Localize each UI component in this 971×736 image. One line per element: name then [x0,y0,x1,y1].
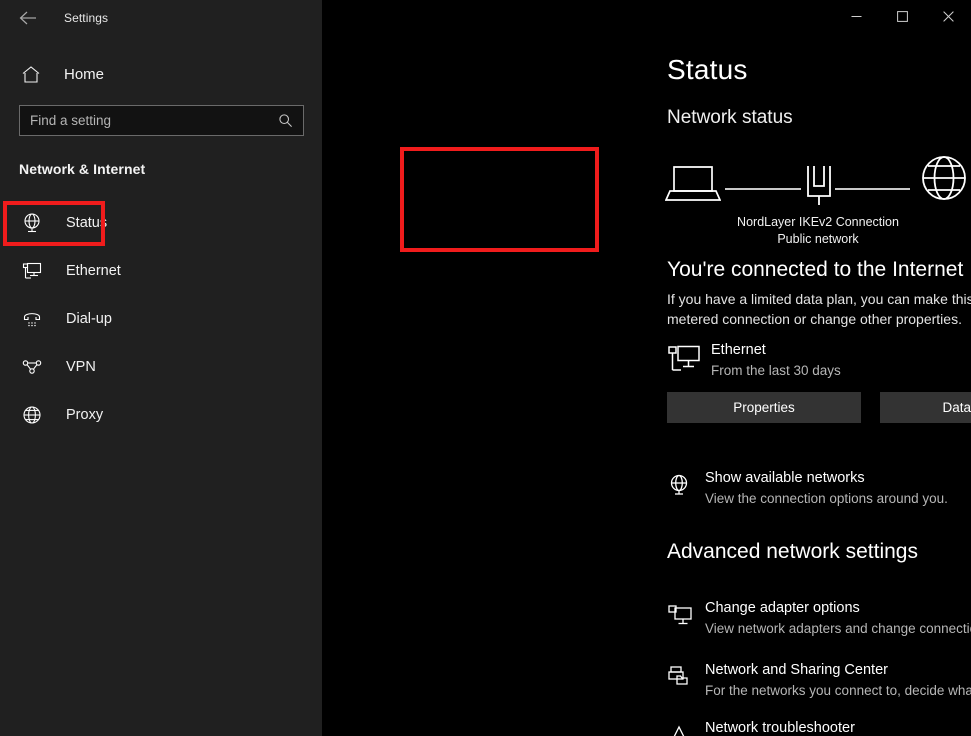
sidebar-category-title: Network & Internet [19,161,322,177]
action-buttons: Properties Data usage [667,392,971,423]
adapter-monitor-icon [667,603,693,632]
maximize-button[interactable] [879,0,925,32]
connection-name: NordLayer IKEv2 Connection [663,214,971,231]
data-usage-button[interactable]: Data usage [880,392,971,423]
search-box[interactable] [19,105,304,136]
sharing-center-icon [667,665,693,694]
sidebar-item-ethernet[interactable]: Ethernet [0,247,322,295]
link-title: Network and Sharing Center [705,662,888,678]
diagram-labels: NordLayer IKEv2 Connection Public networ… [663,214,971,248]
ethernet-monitor-icon [667,344,701,379]
main-content: Status Network status [322,0,971,736]
search-input[interactable] [30,113,278,128]
back-arrow-icon[interactable] [14,4,42,32]
link-title: Network troubleshooter [705,720,855,736]
globe-icon [20,403,44,427]
sidebar-home-label: Home [64,66,104,83]
show-available-networks-link[interactable]: Show available networks View the connect… [667,470,971,510]
window-controls [833,0,971,32]
sidebar-item-proxy[interactable]: Proxy [0,391,322,439]
network-diagram: NordLayer IKEv2 Connection Public networ… [663,150,971,240]
network-status-icon [20,211,44,235]
link-subtitle: View network adapters and change connect… [705,621,971,636]
settings-window: Settings Home Netwo [0,0,971,736]
connection-heading: You're connected to the Internet [667,258,963,282]
telephone-icon [20,307,44,331]
sidebar-item-label: Ethernet [66,263,121,279]
sidebar-nav: Status Ethernet [0,199,322,439]
sidebar-item-label: Proxy [66,407,103,423]
network-adapter-icon [799,162,839,213]
adapter-period: From the last 30 days [711,363,841,378]
search-icon[interactable] [278,113,293,128]
link-subtitle: View the connection options around you. [705,491,948,506]
title-bar: Settings [0,0,322,36]
globe-network-icon [667,473,691,502]
adapter-name: Ethernet [711,342,766,358]
diagram-link-right [835,188,910,190]
diagram-link-left [725,188,801,190]
adapter-summary: Ethernet From the last 30 days 71 GB [667,340,971,382]
sidebar-item-home[interactable]: Home [20,59,322,89]
minimize-button[interactable] [833,0,879,32]
troubleshooter-icon [667,723,691,736]
page-title: Status [667,54,748,86]
advanced-settings-heading: Advanced network settings [667,540,918,564]
network-status-heading: Network status [667,107,793,129]
sidebar-item-vpn[interactable]: VPN [0,343,322,391]
link-title: Change adapter options [705,600,860,616]
home-icon [20,63,42,85]
properties-button[interactable]: Properties [667,392,861,423]
globe-icon [916,150,971,211]
sidebar-item-label: VPN [66,359,96,375]
sidebar-item-label: Dial-up [66,311,112,327]
window-title: Settings [64,11,108,25]
change-adapter-options-link[interactable]: Change adapter options View network adap… [667,600,971,640]
sidebar: Settings Home Netwo [0,0,322,736]
sidebar-item-label: Status [66,215,107,231]
sidebar-item-status[interactable]: Status [0,199,322,247]
link-subtitle: For the networks you connect to, decide … [705,683,971,698]
network-type: Public network [663,231,971,248]
link-title: Show available networks [705,470,865,486]
ethernet-icon [20,259,44,283]
network-troubleshooter-link[interactable]: Network troubleshooter [667,720,971,736]
vpn-icon [20,355,44,379]
sidebar-item-dial-up[interactable]: Dial-up [0,295,322,343]
network-sharing-center-link[interactable]: Network and Sharing Center For the netwo… [667,662,971,702]
laptop-icon [665,163,721,210]
search-container [19,105,304,136]
close-button[interactable] [925,0,971,32]
connection-description: If you have a limited data plan, you can… [667,289,971,329]
